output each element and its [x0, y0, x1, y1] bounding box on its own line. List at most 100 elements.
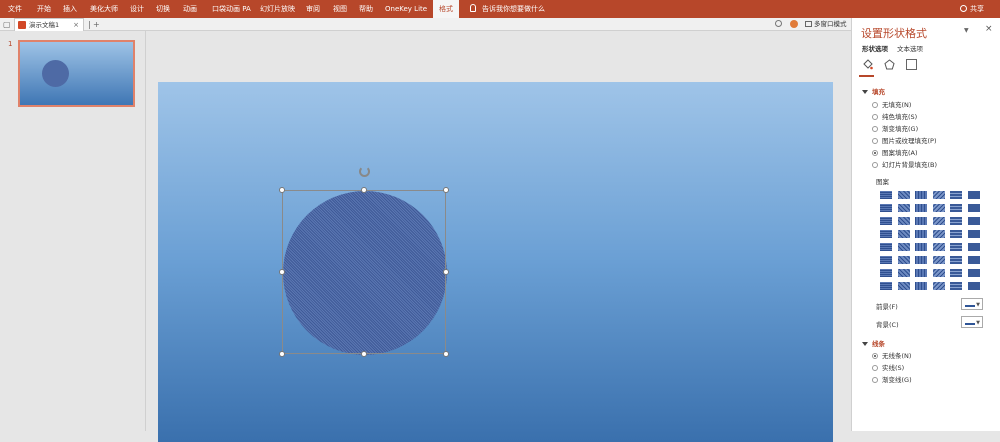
- ribbon-tab-3[interactable]: 美化大师: [90, 0, 118, 18]
- pattern-swatch[interactable]: [966, 190, 981, 200]
- pattern-swatch[interactable]: [879, 242, 893, 252]
- pattern-swatch[interactable]: [949, 255, 963, 265]
- multi-window-button[interactable]: 多窗口模式: [805, 18, 847, 31]
- pattern-swatch[interactable]: [914, 190, 928, 200]
- ribbon-tab-0[interactable]: 文件: [8, 0, 22, 18]
- pattern-swatch[interactable]: [931, 268, 946, 278]
- pattern-swatch[interactable]: [931, 242, 946, 252]
- radio-button-icon[interactable]: [872, 114, 878, 120]
- panel-options-dropdown-icon[interactable]: ▼: [964, 27, 969, 34]
- radio-button-icon[interactable]: [872, 138, 878, 144]
- line-option-1[interactable]: 实线(S): [872, 363, 904, 373]
- pattern-swatch[interactable]: [966, 203, 981, 213]
- resize-handle-top-right[interactable]: [443, 187, 449, 193]
- pattern-swatch[interactable]: [879, 255, 893, 265]
- line-section-header[interactable]: 线条: [862, 338, 885, 348]
- file-icon[interactable]: ▢: [3, 19, 11, 30]
- ribbon-tab-6[interactable]: 动画: [183, 0, 197, 18]
- radio-button-icon[interactable]: [872, 377, 878, 383]
- pattern-swatch[interactable]: [914, 242, 928, 252]
- pattern-swatch[interactable]: [896, 216, 911, 226]
- pattern-swatch[interactable]: [879, 216, 893, 226]
- pattern-swatch[interactable]: [966, 242, 981, 252]
- pattern-swatch[interactable]: [914, 255, 928, 265]
- panel-close-icon[interactable]: ×: [985, 24, 993, 34]
- pattern-swatch[interactable]: [896, 190, 911, 200]
- foreground-color-picker[interactable]: ▼: [961, 298, 983, 310]
- document-tab[interactable]: 演示文稿1 ×: [14, 18, 84, 31]
- size-properties-icon[interactable]: [906, 59, 917, 70]
- gear-icon[interactable]: [790, 20, 798, 28]
- fill-option-4[interactable]: 图案填充(A): [872, 148, 918, 158]
- pattern-swatch[interactable]: [931, 281, 946, 291]
- fill-option-0[interactable]: 无填充(N): [872, 100, 911, 110]
- fill-section-header[interactable]: 填充: [862, 86, 885, 96]
- pattern-swatch[interactable]: [931, 255, 946, 265]
- resize-handle-left[interactable]: [279, 269, 285, 275]
- pattern-swatch[interactable]: [966, 281, 981, 291]
- close-tab-icon[interactable]: ×: [73, 19, 79, 31]
- pattern-swatch[interactable]: [949, 216, 963, 226]
- radio-button-icon[interactable]: [872, 126, 878, 132]
- fill-option-2[interactable]: 渐变填充(G): [872, 124, 918, 134]
- rotate-handle-icon[interactable]: [359, 166, 370, 177]
- pattern-swatch[interactable]: [931, 229, 946, 239]
- paint-bucket-icon[interactable]: [862, 59, 873, 70]
- ribbon-tab-12[interactable]: OneKey Lite: [385, 0, 427, 18]
- radio-button-icon[interactable]: [872, 365, 878, 371]
- pattern-swatch[interactable]: [949, 281, 963, 291]
- pattern-swatch[interactable]: [914, 203, 928, 213]
- pattern-swatch[interactable]: [931, 216, 946, 226]
- slide-thumbnail[interactable]: [18, 40, 135, 107]
- pattern-swatch[interactable]: [879, 229, 893, 239]
- ribbon-tab-2[interactable]: 插入: [63, 0, 77, 18]
- ribbon-tab-13[interactable]: 格式: [433, 0, 459, 18]
- pattern-swatch[interactable]: [879, 281, 893, 291]
- pattern-swatch[interactable]: [966, 255, 981, 265]
- pattern-swatch[interactable]: [914, 229, 928, 239]
- new-tab-button[interactable]: +: [93, 19, 100, 30]
- ribbon-tab-5[interactable]: 切换: [156, 0, 170, 18]
- pattern-swatch[interactable]: [966, 216, 981, 226]
- radio-button-icon[interactable]: [872, 150, 878, 156]
- pattern-swatch[interactable]: [896, 255, 911, 265]
- resize-handle-bottom-right[interactable]: [443, 351, 449, 357]
- ribbon-tab-10[interactable]: 视图: [333, 0, 347, 18]
- line-option-2[interactable]: 渐变线(G): [872, 375, 912, 385]
- resize-handle-top-left[interactable]: [279, 187, 285, 193]
- resize-handle-bottom-left[interactable]: [279, 351, 285, 357]
- pentagon-icon[interactable]: [884, 59, 895, 70]
- resize-handle-top[interactable]: [361, 187, 367, 193]
- ribbon-tab-7[interactable]: 口袋动画 PA: [212, 0, 251, 18]
- pattern-swatch[interactable]: [879, 203, 893, 213]
- background-color-picker[interactable]: ▼: [961, 316, 983, 328]
- pattern-swatch[interactable]: [949, 268, 963, 278]
- ribbon-tab-9[interactable]: 审阅: [306, 0, 320, 18]
- pattern-swatch[interactable]: [949, 242, 963, 252]
- ribbon-tab-4[interactable]: 设计: [130, 0, 144, 18]
- radio-button-icon[interactable]: [872, 162, 878, 168]
- line-option-0[interactable]: 无线条(N): [872, 351, 911, 361]
- pattern-swatch[interactable]: [931, 203, 946, 213]
- pattern-swatch[interactable]: [896, 203, 911, 213]
- pattern-swatch[interactable]: [931, 190, 946, 200]
- search-icon[interactable]: [775, 20, 782, 27]
- slide-canvas[interactable]: [158, 82, 833, 442]
- tell-me-box[interactable]: 告诉我你想要做什么: [470, 0, 545, 18]
- pattern-swatch[interactable]: [914, 216, 928, 226]
- pattern-swatch[interactable]: [914, 268, 928, 278]
- pattern-swatch[interactable]: [879, 190, 893, 200]
- ribbon-tab-11[interactable]: 帮助: [359, 0, 373, 18]
- pattern-swatch[interactable]: [896, 268, 911, 278]
- share-button[interactable]: 共享: [960, 0, 984, 18]
- pattern-swatch[interactable]: [949, 203, 963, 213]
- pattern-swatch[interactable]: [966, 268, 981, 278]
- pattern-swatch[interactable]: [896, 281, 911, 291]
- fill-option-3[interactable]: 图片或纹理填充(P): [872, 136, 937, 146]
- resize-handle-right[interactable]: [443, 269, 449, 275]
- radio-button-icon[interactable]: [872, 353, 878, 359]
- pattern-swatch[interactable]: [949, 190, 963, 200]
- tab-shape-options[interactable]: 形状选项: [862, 43, 888, 53]
- radio-button-icon[interactable]: [872, 102, 878, 108]
- fill-option-5[interactable]: 幻灯片背景填充(B): [872, 160, 937, 170]
